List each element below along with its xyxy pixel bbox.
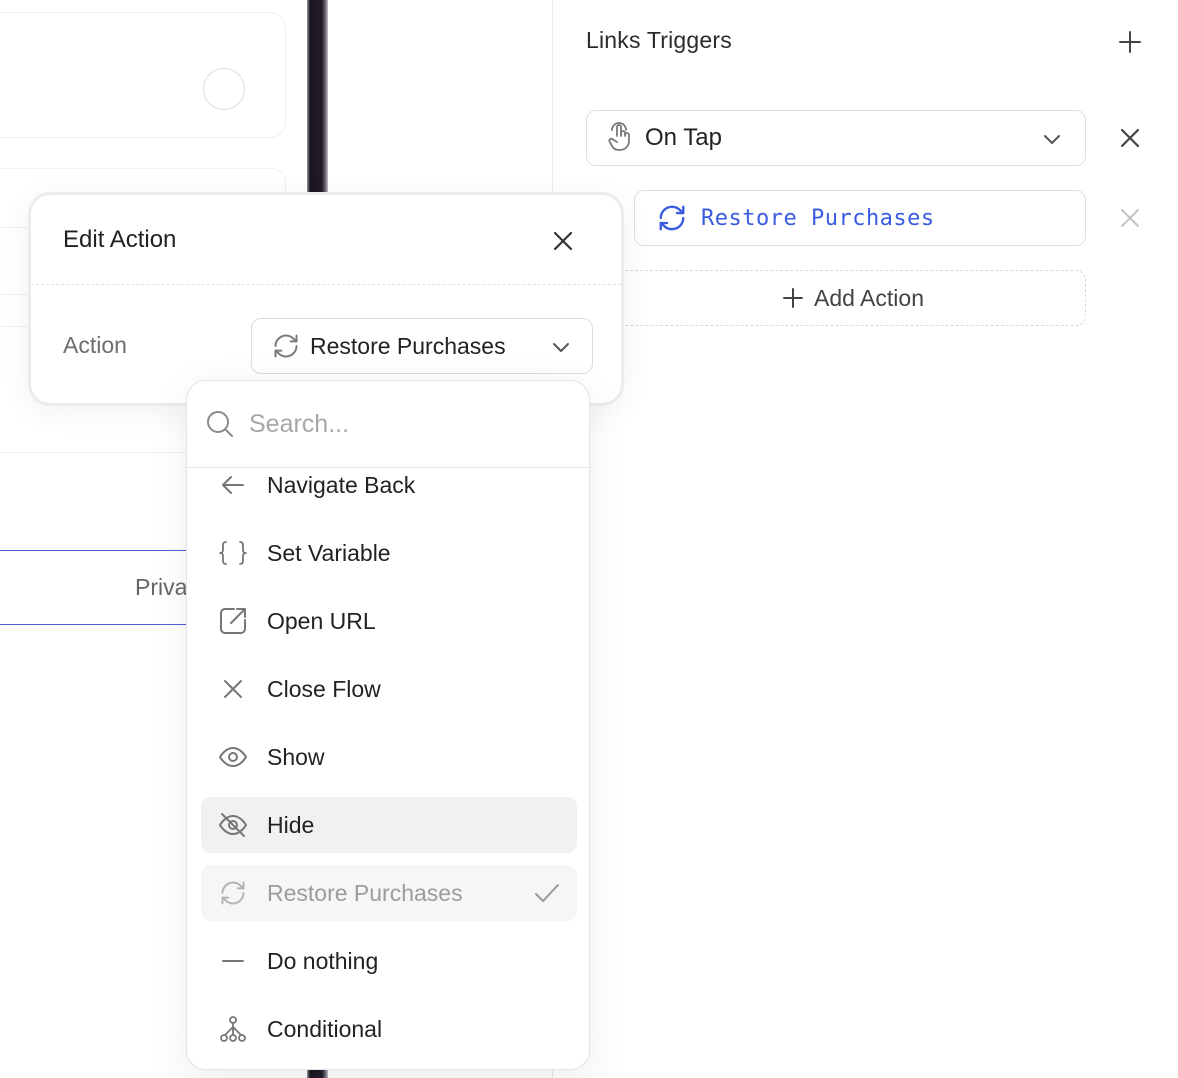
action-select-value: Restore Purchases bbox=[310, 332, 506, 359]
panel-title: Links Triggers bbox=[586, 27, 732, 53]
chevron-down-icon bbox=[1044, 135, 1060, 144]
menu-item-show[interactable]: Show bbox=[201, 729, 577, 785]
action-dropdown: Navigate Back Set Variable Open URL bbox=[186, 380, 590, 1070]
add-action-label: Add Action bbox=[814, 284, 924, 311]
action-chip[interactable]: Restore Purchases bbox=[634, 190, 1086, 246]
close-icon bbox=[217, 673, 249, 705]
search-row bbox=[187, 381, 589, 468]
menu-item-label: Do nothing bbox=[267, 947, 379, 974]
add-action-button[interactable]: Add Action bbox=[560, 270, 1086, 326]
action-select[interactable]: Restore Purchases bbox=[251, 318, 593, 374]
branch-icon bbox=[217, 1013, 249, 1045]
menu-item-label: Hide bbox=[267, 811, 315, 838]
arrow-left-icon bbox=[217, 469, 249, 501]
close-icon bbox=[1121, 209, 1139, 227]
refresh-icon bbox=[274, 334, 298, 358]
search-icon bbox=[207, 411, 233, 437]
menu-item-label: Restore Purchases bbox=[267, 879, 463, 906]
menu-item-restore-purchases[interactable]: Restore Purchases bbox=[201, 865, 577, 921]
menu-item-navigate-back[interactable]: Navigate Back bbox=[201, 457, 577, 513]
menu-item-label: Show bbox=[267, 743, 325, 770]
menu-item-conditional[interactable]: Conditional bbox=[201, 1001, 577, 1057]
eye-off-icon bbox=[217, 809, 249, 841]
selection-outline-top bbox=[0, 550, 190, 551]
menu-item-label: Close Flow bbox=[267, 675, 381, 702]
plus-icon bbox=[783, 288, 804, 308]
external-link-icon bbox=[217, 605, 249, 637]
menu-item-hide[interactable]: Hide bbox=[201, 797, 577, 853]
check-icon bbox=[535, 884, 559, 902]
divider bbox=[0, 294, 30, 295]
popover-title: Edit Action bbox=[63, 226, 177, 253]
menu-item-close-flow[interactable]: Close Flow bbox=[201, 661, 577, 717]
tap-gesture-icon bbox=[608, 122, 630, 151]
canvas-card bbox=[0, 12, 286, 138]
plus-icon bbox=[1119, 31, 1141, 53]
remove-trigger-button[interactable] bbox=[1112, 120, 1148, 156]
refresh-icon bbox=[659, 205, 685, 231]
menu-item-label: Open URL bbox=[267, 607, 376, 634]
menu-item-label: Set Variable bbox=[267, 539, 391, 566]
menu-item-label: Navigate Back bbox=[267, 471, 416, 498]
selection-outline-bottom bbox=[0, 624, 190, 625]
close-icon bbox=[1120, 128, 1140, 148]
eye-icon bbox=[217, 741, 249, 773]
radio-button[interactable] bbox=[203, 68, 245, 110]
menu-item-open-url[interactable]: Open URL bbox=[201, 593, 577, 649]
add-trigger-button[interactable] bbox=[1112, 26, 1148, 58]
menu-item-do-nothing[interactable]: Do nothing bbox=[201, 933, 577, 989]
refresh-icon bbox=[217, 877, 249, 909]
menu-item-set-variable[interactable]: Set Variable bbox=[201, 525, 577, 581]
menu-item-label: Conditional bbox=[267, 1015, 383, 1042]
chevron-down-icon bbox=[553, 343, 569, 352]
privacy-link[interactable]: Privacy bbox=[135, 574, 188, 601]
edit-action-popover: Edit Action Action Restore Purchases bbox=[28, 192, 624, 406]
trigger-label: On Tap bbox=[645, 124, 722, 151]
action-field-label: Action bbox=[63, 332, 127, 358]
trigger-select[interactable]: On Tap bbox=[586, 110, 1086, 166]
divider bbox=[0, 452, 190, 453]
divider bbox=[0, 326, 30, 327]
search-input[interactable] bbox=[249, 409, 549, 439]
minus-icon bbox=[217, 945, 249, 977]
remove-action-button[interactable] bbox=[1112, 200, 1148, 236]
action-chip-label: Restore Purchases bbox=[701, 205, 935, 231]
braces-icon bbox=[217, 537, 249, 569]
divider bbox=[31, 284, 621, 285]
close-popover-button[interactable] bbox=[543, 223, 583, 259]
close-icon bbox=[553, 231, 573, 251]
